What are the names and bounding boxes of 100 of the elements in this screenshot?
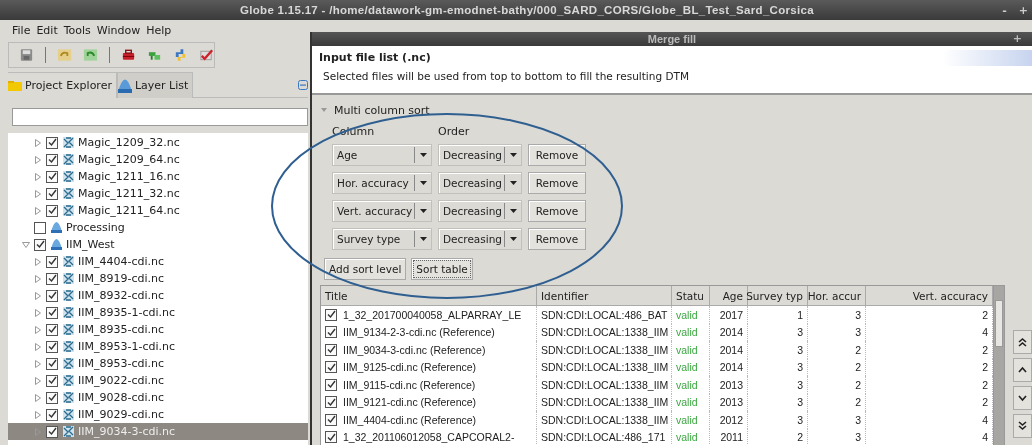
checkbox[interactable]	[46, 391, 58, 404]
scrollbar-thumb[interactable]	[995, 300, 1003, 347]
tree-item-label[interactable]: IIM_8935-1-cdi.nc	[78, 306, 175, 319]
toolbox-icon[interactable]	[120, 47, 136, 63]
menu-item[interactable]: Help	[145, 23, 173, 37]
maximize-control[interactable]: +	[1012, 32, 1022, 46]
tree-item-label[interactable]: IIM_8919-cdi.nc	[78, 272, 165, 285]
checkbox[interactable]	[325, 431, 337, 444]
tree-item-label[interactable]: IIM_9022-cdi.nc	[78, 374, 165, 387]
menu-item[interactable]: Edit	[35, 23, 59, 37]
tree-row[interactable]: Processing	[8, 219, 308, 236]
order-dropdown[interactable]: Decreasing	[438, 144, 522, 166]
search-field[interactable]	[12, 108, 308, 126]
column-header[interactable]: Identifier	[537, 286, 672, 305]
sort-table-button[interactable]: Sort table	[411, 258, 473, 280]
tree-row[interactable]: IIM_8953-1-cdi.nc	[8, 338, 308, 355]
tree-item-label[interactable]: Processing	[66, 221, 125, 234]
tree-row[interactable]: IIM_9022-cdi.nc	[8, 372, 308, 389]
minimize-icon[interactable]	[298, 79, 308, 90]
expand-arrow-icon[interactable]	[34, 138, 42, 147]
expand-arrow-icon[interactable]	[34, 359, 42, 368]
checkbox[interactable]	[46, 204, 58, 217]
menu-item[interactable]: Window	[95, 23, 142, 37]
column-header[interactable]: Statu	[672, 286, 710, 305]
checkbox[interactable]	[46, 340, 58, 353]
expand-arrow-icon[interactable]	[34, 325, 42, 334]
order-dropdown[interactable]: Decreasing	[438, 172, 522, 194]
checkbox[interactable]	[46, 153, 58, 166]
expand-arrow-icon[interactable]	[34, 308, 42, 317]
remove-button[interactable]: Remove	[528, 200, 586, 222]
tree-row[interactable]: IIM_West	[8, 236, 308, 253]
expand-arrow-icon[interactable]	[34, 206, 42, 215]
checkbox[interactable]	[325, 343, 337, 356]
dropdown-arrow-icon[interactable]	[508, 207, 518, 215]
dropdown-arrow-icon[interactable]	[508, 235, 518, 243]
expand-arrow-icon[interactable]	[34, 376, 42, 385]
checkbox[interactable]	[34, 221, 46, 234]
remove-button[interactable]: Remove	[528, 172, 586, 194]
menu-item[interactable]: File	[11, 23, 32, 37]
checkbox[interactable]	[46, 306, 58, 319]
move-up-button[interactable]	[1013, 358, 1032, 382]
tree-row[interactable]: Magic_1211_16.nc	[8, 168, 308, 185]
collapse-arrow-icon[interactable]	[22, 240, 30, 249]
checkbox[interactable]	[34, 238, 46, 251]
maximize-control[interactable]: +	[1018, 3, 1028, 17]
scrollbar[interactable]	[993, 286, 1004, 445]
move-top-button[interactable]	[1013, 330, 1032, 354]
panel-tab[interactable]: Layer List	[116, 72, 194, 98]
tree-row[interactable]: IIM_8919-cdi.nc	[8, 270, 308, 287]
tree-row[interactable]: Magic_1209_32.nc	[8, 134, 308, 151]
checkbox[interactable]	[46, 187, 58, 200]
order-dropdown[interactable]: Decreasing	[438, 228, 522, 250]
tree-row[interactable]: IIM_8935-1-cdi.nc	[8, 304, 308, 321]
expand-arrow-icon[interactable]	[34, 274, 42, 283]
checkbox[interactable]	[325, 308, 337, 321]
expand-arrow-icon[interactable]	[34, 172, 42, 181]
order-dropdown[interactable]: Decreasing	[438, 200, 522, 222]
redo-icon[interactable]	[82, 47, 98, 63]
minimize-control[interactable]: -	[1002, 3, 1007, 17]
tree-item-label[interactable]: IIM_4404-cdi.nc	[78, 255, 165, 268]
expand-arrow-icon[interactable]	[34, 257, 42, 266]
checkbox[interactable]	[46, 255, 58, 268]
dropdown-arrow-icon[interactable]	[418, 235, 428, 243]
checkbox[interactable]	[325, 413, 337, 426]
checkbox[interactable]	[46, 323, 58, 336]
column-dropdown[interactable]: Survey type	[332, 228, 432, 250]
tree-row[interactable]: IIM_9028-cdi.nc	[8, 389, 308, 406]
expand-arrow-icon[interactable]	[34, 291, 42, 300]
checkbox[interactable]	[46, 170, 58, 183]
section-label[interactable]: Multi column sort	[334, 103, 430, 117]
move-down-button[interactable]	[1013, 386, 1032, 410]
tree-item-label[interactable]: Magic_1209_32.nc	[78, 136, 180, 149]
dropdown-arrow-icon[interactable]	[508, 179, 518, 187]
checkbox[interactable]	[46, 408, 58, 421]
remove-button[interactable]: Remove	[528, 144, 586, 166]
tree-item-label[interactable]: Magic_1211_32.nc	[78, 187, 180, 200]
column-dropdown[interactable]: Age	[332, 144, 432, 166]
menu-item[interactable]: Tools	[62, 23, 92, 37]
panel-tab[interactable]: Project Explorer	[8, 72, 117, 98]
tree-row[interactable]: Magic_1211_64.nc	[8, 202, 308, 219]
column-header[interactable]: Survey typ	[748, 286, 808, 305]
move-bottom-button[interactable]	[1013, 414, 1032, 438]
tree-row[interactable]: IIM_9029-cdi.nc	[8, 406, 308, 423]
tree-row[interactable]: Magic_1209_64.nc	[8, 151, 308, 168]
checkbox[interactable]	[46, 272, 58, 285]
tree-item-label[interactable]: IIM_8932-cdi.nc	[78, 289, 165, 302]
tree-item-label[interactable]: IIM_West	[66, 238, 115, 251]
checkbox[interactable]	[325, 361, 337, 374]
tree-item-label[interactable]: Magic_1211_16.nc	[78, 170, 180, 183]
tree-item-label[interactable]: IIM_8953-1-cdi.nc	[78, 340, 175, 353]
tree-row[interactable]: IIM_8932-cdi.nc	[8, 287, 308, 304]
checkbox[interactable]	[46, 425, 58, 438]
checkbox[interactable]	[46, 374, 58, 387]
checkbox[interactable]	[46, 136, 58, 149]
dropdown-arrow-icon[interactable]	[508, 151, 518, 159]
tree-item-label[interactable]: Magic_1209_64.nc	[78, 153, 180, 166]
expand-arrow-icon[interactable]	[34, 393, 42, 402]
tree-item-label[interactable]: IIM_9029-cdi.nc	[78, 408, 165, 421]
checkbox[interactable]	[46, 289, 58, 302]
column-header[interactable]: Title	[321, 286, 537, 305]
